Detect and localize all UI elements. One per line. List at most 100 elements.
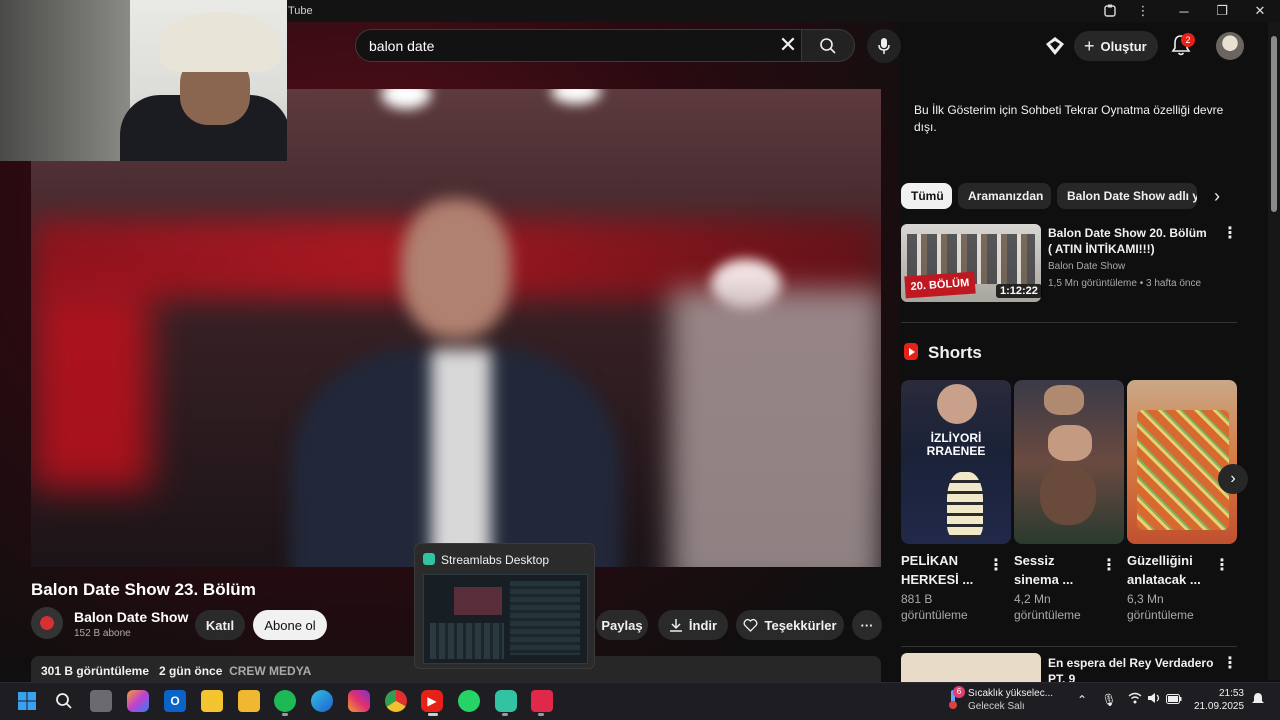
youtube-icon[interactable]: ▶	[421, 690, 443, 712]
download-label: İndir	[688, 617, 718, 633]
windows-start-icon[interactable]	[16, 690, 38, 712]
short-thumb-character	[947, 472, 983, 538]
short-title[interactable]: Sessiz sinema ...	[1014, 551, 1094, 589]
chat-replay-notice: Bu İlk Gösterim için Sohbeti Tekrar Oyna…	[914, 103, 1224, 134]
premium-gem-icon[interactable]	[1044, 35, 1066, 57]
search-input[interactable]	[369, 37, 769, 54]
view-count: 301 B görüntüleme	[41, 664, 150, 678]
video-duration: 1:12:22	[996, 284, 1042, 298]
channel-name[interactable]: Balon Date Show	[74, 609, 188, 625]
whatsapp-icon[interactable]	[458, 690, 480, 712]
webcam-person-hat	[160, 12, 280, 72]
channel-avatar[interactable]	[31, 607, 63, 639]
taskbar-running-indicator	[502, 713, 508, 716]
file-explorer-icon[interactable]	[238, 690, 260, 712]
download-icon	[669, 619, 682, 632]
short-title[interactable]: PELİKAN HERKESİ ...	[901, 551, 981, 589]
battery-icon[interactable]	[1166, 692, 1182, 708]
short-menu-icon[interactable]: ⋮	[988, 557, 1004, 575]
close-window-button[interactable]: ✕	[1241, 0, 1279, 22]
more-actions-button[interactable]: ···	[852, 610, 882, 640]
thanks-label: Teşekkürler	[764, 617, 837, 633]
copilot-icon[interactable]	[127, 690, 149, 712]
notification-center-icon[interactable]	[1250, 692, 1266, 708]
video-title: Balon Date Show 23. Bölüm	[31, 580, 256, 599]
search-icon	[820, 37, 836, 54]
instagram-icon[interactable]	[348, 690, 370, 712]
upload-age: 2 gün önce	[159, 664, 223, 678]
video-frame-light	[551, 89, 601, 104]
wifi-icon[interactable]	[1127, 692, 1143, 708]
weather-badge: 6	[953, 686, 965, 698]
divider	[901, 646, 1237, 647]
short-card[interactable]	[1014, 380, 1124, 544]
download-button[interactable]: İndir	[658, 610, 728, 640]
video-frame-red-light	[31, 289, 151, 489]
account-avatar[interactable]	[1216, 32, 1244, 60]
short-title[interactable]: Güzelliğini anlatacak ...	[1127, 551, 1207, 589]
task-view-icon[interactable]	[90, 690, 112, 712]
search-button[interactable]	[801, 29, 855, 62]
preview-thumbnail[interactable]	[423, 574, 588, 664]
chip-all[interactable]: Tümü	[901, 183, 952, 209]
short-views: 881 B görüntüleme	[901, 592, 968, 622]
short-card[interactable]: İZLİYORİ RRAENEE	[901, 380, 1011, 544]
taskbar-active-indicator	[428, 713, 438, 716]
clear-search-icon[interactable]: ✕	[775, 33, 801, 59]
edge-icon[interactable]	[311, 690, 333, 712]
tray-overflow-chevron-icon[interactable]: ⌃	[1074, 692, 1090, 708]
preview-title: Streamlabs Desktop	[441, 553, 550, 567]
join-button[interactable]: Katıl	[195, 610, 245, 640]
recommended-menu-icon[interactable]: ⋮	[1222, 225, 1238, 243]
next-video-menu-icon[interactable]: ⋮	[1222, 655, 1238, 673]
divider	[901, 322, 1237, 323]
short-menu-icon[interactable]: ⋮	[1214, 557, 1230, 575]
video-frame-light	[381, 89, 431, 109]
chrome-icon[interactable]	[385, 690, 407, 712]
clock-time[interactable]: 21:53	[1204, 688, 1244, 699]
outlook-icon[interactable]: O	[164, 690, 186, 712]
thumbnail-label: 20. BÖLÜM	[904, 271, 976, 299]
video-frame-person	[281, 199, 631, 567]
streamlabs-icon	[423, 553, 435, 565]
window-title: Tube	[288, 5, 313, 17]
share-label: Paylaş	[601, 617, 643, 633]
recommended-channel[interactable]: Balon Date Show	[1048, 261, 1125, 272]
weather-title[interactable]: Sıcaklık yükselec...	[968, 688, 1053, 699]
taskbar-window-preview[interactable]: Streamlabs Desktop	[414, 543, 595, 669]
next-video-thumbnail[interactable]	[901, 653, 1041, 683]
short-thumb-face	[1044, 385, 1084, 415]
search-box[interactable]	[355, 29, 801, 62]
recommended-title[interactable]: Balon Date Show 20. Bölüm ( ATIN İNTİKAM…	[1048, 225, 1213, 257]
volume-icon[interactable]	[1146, 692, 1162, 708]
video-tag[interactable]: CREW MEDYA	[229, 664, 311, 678]
taskbar-running-indicator	[282, 713, 288, 716]
subscribe-button[interactable]: Abone ol	[253, 610, 327, 640]
sticky-notes-icon[interactable]	[201, 690, 223, 712]
thanks-button[interactable]: Teşekkürler	[736, 610, 844, 640]
spotify-icon[interactable]	[274, 690, 296, 712]
short-thumb-face	[1048, 425, 1092, 461]
video-frame-background-person	[671, 289, 881, 567]
taskbar-search-icon[interactable]	[53, 690, 75, 712]
share-button[interactable]: Paylaş	[596, 610, 648, 640]
minimize-button[interactable]: ─	[1165, 0, 1203, 22]
chip-from-search[interactable]: Aramanızdan	[958, 183, 1051, 209]
shorts-next-button[interactable]: ›	[1218, 464, 1248, 494]
short-card[interactable]	[1127, 380, 1237, 544]
create-button[interactable]: + Oluştur	[1074, 31, 1158, 61]
clock-date[interactable]: 21.09.2025	[1194, 701, 1244, 712]
webcam-overlay	[0, 0, 287, 161]
notification-count-badge: 2	[1181, 33, 1195, 47]
more-options-icon[interactable]: ⋮	[1124, 0, 1162, 22]
short-menu-icon[interactable]: ⋮	[1101, 557, 1117, 575]
streamlabs-taskbar-icon[interactable]	[495, 690, 517, 712]
chip-channel[interactable]: Balon Date Show adlı yü	[1057, 183, 1197, 209]
app-icon[interactable]	[531, 690, 553, 712]
subscriber-count: 152 B abone	[74, 628, 131, 639]
chevron-right-icon[interactable]: ›	[1204, 183, 1230, 209]
maximize-button[interactable]: ❐	[1203, 0, 1241, 22]
scrollbar-thumb[interactable]	[1271, 36, 1277, 212]
tray-microphone-icon[interactable]: 🎙︎	[1101, 692, 1117, 708]
voice-search-button[interactable]	[867, 29, 901, 63]
